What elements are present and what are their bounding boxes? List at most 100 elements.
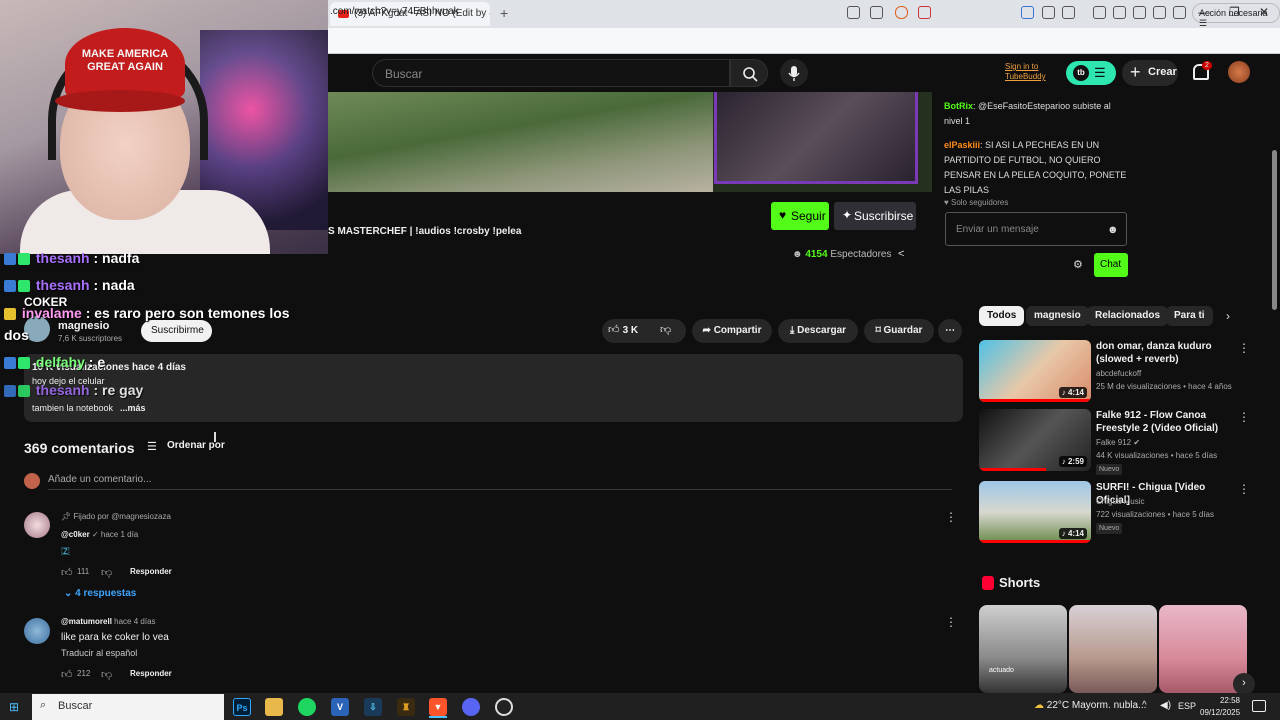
chip-channel[interactable]: magnesio <box>1026 306 1089 326</box>
related-title[interactable]: Falke 912 - Flow Canoa Freestyle 2 (Vide… <box>1096 409 1226 435</box>
emoji-icon[interactable]: ☻ <box>1107 224 1119 236</box>
subscribe-button[interactable]: Suscribirme <box>141 320 212 342</box>
music-icon[interactable] <box>1093 6 1106 19</box>
like-button[interactable]: 👍︎ 3 K <box>608 323 638 336</box>
tray-chevron-icon[interactable]: ^ <box>1142 700 1147 711</box>
sort-icon[interactable]: ☰ <box>147 440 157 453</box>
channel-subscribers: 7,6 K suscriptores <box>58 334 123 343</box>
search-button[interactable] <box>730 59 768 87</box>
related-channel[interactable]: Falke 912 ✔ <box>1096 438 1140 447</box>
vegas-icon[interactable]: V <box>331 698 349 716</box>
chip-for-you[interactable]: Para ti <box>1166 306 1213 326</box>
add-comment-input[interactable]: Añade un comentario... <box>48 474 151 485</box>
chip-related[interactable]: Relacionados <box>1087 306 1169 326</box>
spotify-icon[interactable] <box>298 698 316 716</box>
share-icon[interactable] <box>870 6 883 19</box>
action-needed-button[interactable]: Acción necesaria ☰ <box>1192 3 1280 28</box>
translate-link[interactable]: Traducir al español <box>61 648 137 658</box>
account-avatar[interactable] <box>1228 61 1250 83</box>
chevron-right-icon[interactable]: › <box>1226 309 1230 323</box>
comment-author[interactable]: @matumorell <box>61 617 112 626</box>
related-thumbnail[interactable]: ♪ 2:59 <box>979 409 1091 471</box>
related-menu-icon[interactable]: ⋮ <box>1238 341 1250 355</box>
scrollbar-thumb[interactable] <box>1272 150 1277 310</box>
related-menu-icon[interactable]: ⋮ <box>1238 482 1250 496</box>
chip-all[interactable]: Todos <box>979 306 1025 326</box>
related-menu-icon[interactable]: ⋮ <box>1238 410 1250 424</box>
photoshop-icon[interactable]: Ps <box>233 698 251 716</box>
thumbs-up-icon[interactable]: 👍︎ <box>61 668 73 681</box>
related-channel[interactable]: Chigua Music <box>1096 497 1144 506</box>
translate-icon[interactable] <box>1021 6 1034 19</box>
sidebar-icon[interactable] <box>1113 6 1126 19</box>
stream-subscribe-button[interactable]: ✦ Suscribirse <box>834 202 916 230</box>
save-button[interactable]: ⌑ Guardar <box>864 319 934 343</box>
download-manager-icon[interactable]: ⇩ <box>364 698 382 716</box>
extensions-icon[interactable] <box>1042 6 1055 19</box>
discord-icon[interactable] <box>462 698 480 716</box>
create-button[interactable]: + Crear <box>1122 60 1178 86</box>
thumbs-down-icon[interactable]: 👎︎ <box>101 566 112 579</box>
chat-settings-gear-icon[interactable]: ⚙ <box>1073 258 1083 271</box>
dislike-button[interactable]: 👎︎ <box>660 323 671 336</box>
speaker-icon[interactable]: ◀) <box>1160 700 1171 711</box>
comment-menu-icon[interactable]: ⋮ <box>945 510 957 524</box>
short-thumbnail[interactable] <box>1069 605 1157 693</box>
windows-start-icon[interactable]: ⊞ <box>9 700 19 714</box>
more-actions-button[interactable]: ⋯ <box>938 319 962 343</box>
wallet-icon[interactable] <box>1133 6 1146 19</box>
comment-avatar[interactable] <box>24 618 50 644</box>
chat-message-input[interactable]: Enviar un mensaje <box>945 212 1127 246</box>
reply-button[interactable]: Responder <box>130 669 172 678</box>
new-badge: Nuevo <box>1096 464 1123 475</box>
notification-center-icon[interactable] <box>1252 700 1266 712</box>
short-thumbnail[interactable]: actuado <box>979 605 1067 693</box>
comment-menu-icon[interactable]: ⋮ <box>945 615 957 629</box>
new-tab-button[interactable]: + <box>500 5 508 21</box>
input-language[interactable]: ESP <box>1178 701 1196 711</box>
comments-count: 369 comentarios <box>24 440 135 456</box>
voice-search-button[interactable] <box>780 59 808 87</box>
rewards-icon[interactable] <box>918 6 931 19</box>
leo-icon[interactable] <box>1153 6 1166 19</box>
reply-button[interactable]: Responder <box>130 567 172 576</box>
related-title[interactable]: don omar, danza kuduro (slowed + reverb) <box>1096 340 1226 366</box>
chat-send-button[interactable]: Chat <box>1094 253 1128 277</box>
description-more-link[interactable]: ...más <box>120 403 146 413</box>
shorts-next-icon[interactable]: › <box>1233 673 1255 695</box>
vpn-icon[interactable] <box>1173 6 1186 19</box>
tubebuddy-signin-link[interactable]: Sign in to TubeBuddy <box>1005 62 1046 82</box>
weather-widget[interactable]: ☁ 22°C Mayorm. nubla... <box>1034 700 1146 711</box>
search-input[interactable]: Buscar <box>372 59 730 87</box>
game-icon[interactable]: ♜ <box>397 698 415 716</box>
share-button[interactable]: ➦ Compartir <box>692 319 772 343</box>
follow-button[interactable]: ♥ Seguir <box>771 202 829 230</box>
tab-search-icon[interactable] <box>1062 6 1075 19</box>
related-stats: 44 K visualizaciones • hace 5 días <box>1096 451 1218 460</box>
comment-author[interactable]: @c0ker <box>61 530 90 539</box>
taskbar-clock[interactable]: 22:58 09/12/2025 <box>1200 695 1240 719</box>
related-channel[interactable]: abcdefuckoff <box>1096 369 1141 378</box>
brave-browser-icon[interactable]: ▼ <box>429 698 447 716</box>
view-replies-button[interactable]: ⌄ 4 respuestas <box>64 588 136 599</box>
video-player[interactable] <box>328 92 932 192</box>
overlay-chat-user: thesanh <box>35 250 90 266</box>
url-field[interactable]: .com/watch?v=y74EBhhvuak <box>330 6 459 17</box>
share-stream-icon[interactable]: < <box>898 248 904 260</box>
related-thumbnail[interactable]: ♪ 4:14 <box>979 340 1091 402</box>
obs-icon[interactable] <box>495 698 513 716</box>
file-explorer-icon[interactable] <box>265 698 283 716</box>
related-thumbnail[interactable]: ♪ 4:14 <box>979 481 1091 543</box>
thumbs-up-icon[interactable]: 👍︎ <box>61 566 73 579</box>
comment-avatar[interactable] <box>24 512 50 538</box>
download-button[interactable]: ⤓ Descargar <box>778 319 858 343</box>
channel-name[interactable]: magnesio <box>58 320 109 332</box>
screen-icon[interactable] <box>847 6 860 19</box>
thumbs-down-icon: 👎︎ <box>660 324 672 336</box>
thumbs-down-icon[interactable]: 👎︎ <box>101 668 112 681</box>
sort-by-button[interactable]: Ordenar por <box>167 440 225 451</box>
tubebuddy-menu-button[interactable]: tb ☰ <box>1066 61 1116 85</box>
taskbar-search[interactable]: ⌕ Buscar <box>32 694 224 720</box>
channel-text: Falke 912 <box>1096 438 1132 447</box>
brave-shield-icon[interactable] <box>895 6 908 19</box>
